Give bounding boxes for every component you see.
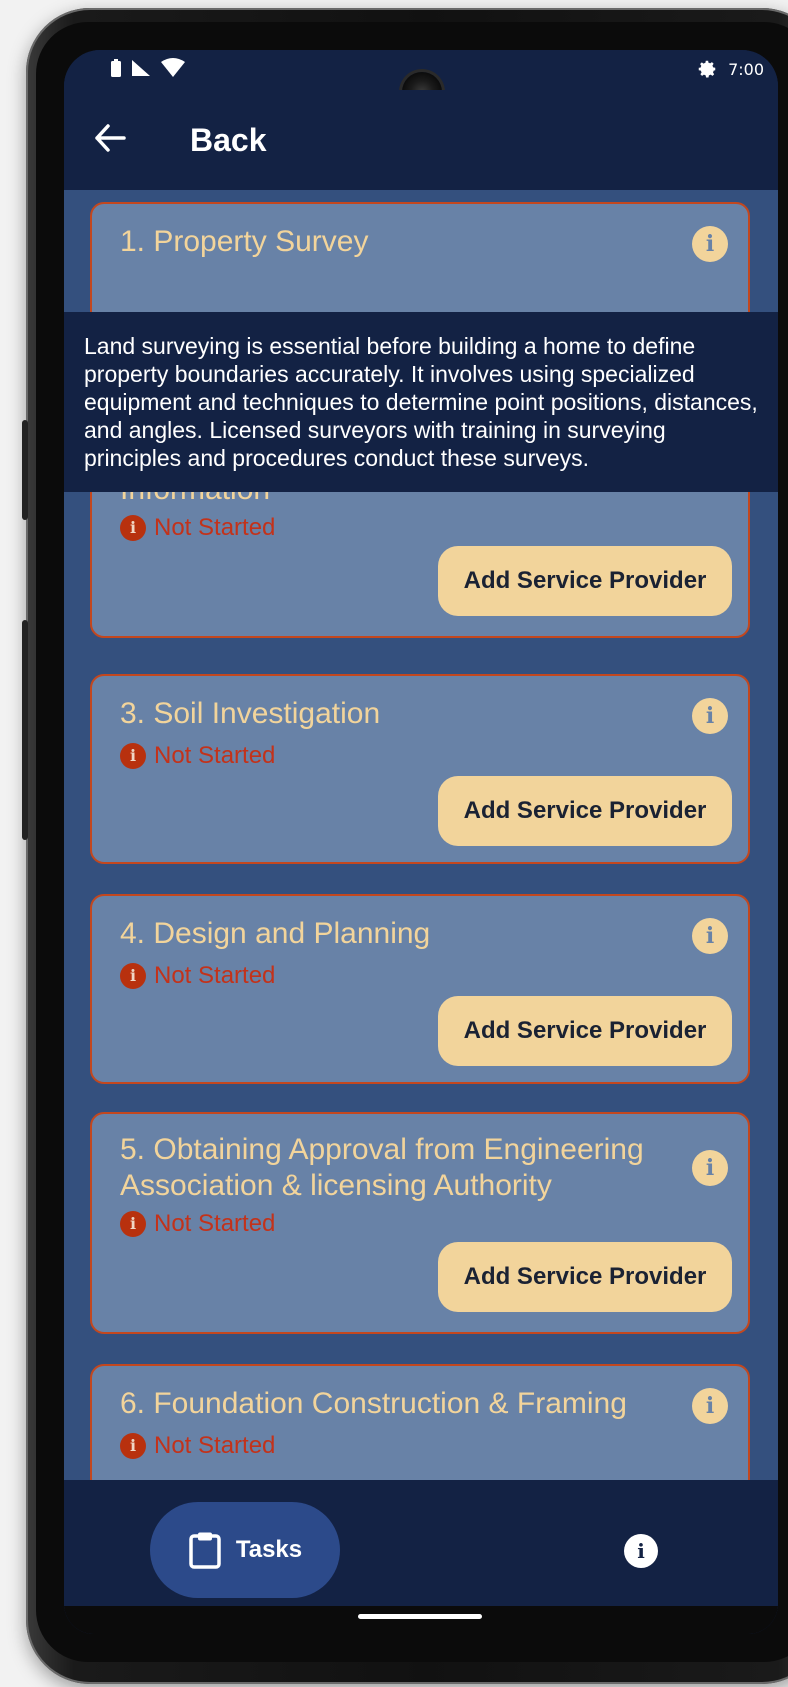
back-arrow-icon[interactable] xyxy=(92,120,128,156)
status-icons-right: 7:00 xyxy=(696,58,764,80)
wifi-icon xyxy=(161,58,185,77)
task-title: 4. Design and Planning xyxy=(120,917,431,950)
task-card: 5. Obtaining Approval from Engineering A… xyxy=(90,1112,750,1334)
info-icon[interactable]: i xyxy=(692,918,728,954)
task-card: 4. Design and Planning i i Not Started A… xyxy=(90,894,750,1084)
alert-icon: i xyxy=(120,515,146,541)
power-button xyxy=(22,420,28,520)
signal-icon xyxy=(132,60,150,76)
status-text: Not Started xyxy=(154,514,276,541)
page-title[interactable]: Back xyxy=(190,122,267,159)
alert-icon: i xyxy=(120,1433,146,1459)
status-badge: i Not Started xyxy=(120,514,275,542)
add-service-provider-button[interactable]: Add Service Provider xyxy=(438,1242,732,1312)
status-badge: i Not Started xyxy=(120,1210,275,1238)
status-badge: i Not Started xyxy=(120,962,275,990)
app-screen: 7:00 Back 1. Property Survey i 2. Obtain… xyxy=(64,50,778,1634)
home-indicator[interactable] xyxy=(358,1614,482,1619)
status-text: Not Started xyxy=(154,1210,276,1237)
task-title: 3. Soil Investigation xyxy=(120,697,381,730)
status-badge: i Not Started xyxy=(120,742,275,770)
alert-icon: i xyxy=(120,1211,146,1237)
alert-icon: i xyxy=(120,963,146,989)
info-icon[interactable]: i xyxy=(692,1150,728,1186)
info-icon[interactable]: i xyxy=(692,698,728,734)
add-service-provider-button[interactable]: Add Service Provider xyxy=(438,546,732,616)
status-text: Not Started xyxy=(154,962,276,989)
task-title: 5. Obtaining Approval from Engineering A… xyxy=(120,1133,644,1202)
info-icon[interactable]: i xyxy=(692,1388,728,1424)
gesture-bar-area xyxy=(64,1606,778,1634)
alert-icon: i xyxy=(120,743,146,769)
add-service-provider-button[interactable]: Add Service Provider xyxy=(438,776,732,846)
tasks-nav-label: Tasks xyxy=(235,1536,303,1563)
battery-icon xyxy=(111,59,121,77)
task-title: 6. Foundation Construction & Framing xyxy=(120,1387,627,1420)
add-service-provider-button[interactable]: Add Service Provider xyxy=(438,996,732,1066)
info-tooltip: Land surveying is essential before build… xyxy=(64,312,778,492)
status-badge: i Not Started xyxy=(120,1432,275,1460)
app-header: Back xyxy=(64,90,778,190)
status-icons-left xyxy=(110,58,186,78)
status-text: Not Started xyxy=(154,742,276,769)
task-card: 3. Soil Investigation i i Not Started Ad… xyxy=(90,674,750,864)
status-time: 7:00 xyxy=(728,59,764,79)
clipboard-icon xyxy=(189,1532,221,1569)
info-nav-icon[interactable]: i xyxy=(624,1534,658,1568)
info-icon[interactable]: i xyxy=(692,226,728,262)
task-title: 1. Property Survey xyxy=(120,225,369,258)
tasks-nav-button[interactable]: Tasks xyxy=(150,1502,340,1598)
status-text: Not Started xyxy=(154,1432,276,1459)
task-card: 6. Foundation Construction & Framing i i… xyxy=(90,1364,750,1480)
gear-icon xyxy=(698,60,716,78)
task-list[interactable]: 1. Property Survey i 2. Obtaining Permit… xyxy=(64,190,778,1480)
volume-button xyxy=(22,620,28,840)
